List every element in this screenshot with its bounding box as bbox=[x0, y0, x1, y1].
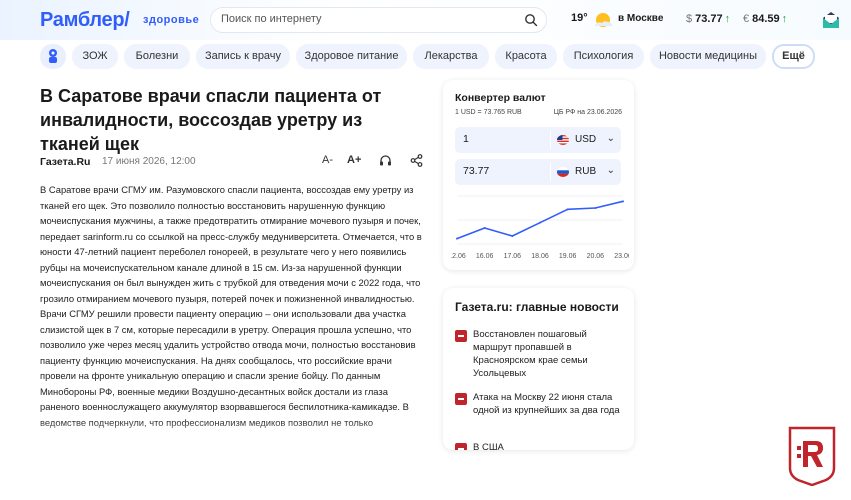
chevron-down-icon[interactable]: ⌄ bbox=[607, 165, 615, 176]
currency-converter-widget: Конвертер валют 1 USD = 73.765 RUB ЦБ РФ… bbox=[443, 80, 634, 270]
us-flag-icon bbox=[557, 135, 569, 145]
news-item[interactable]: Атака на Москву 22 июня стала одной из к… bbox=[455, 391, 625, 431]
rambler-floating-logo-icon[interactable] bbox=[786, 424, 838, 486]
usd-rate-point bbox=[594, 207, 597, 209]
mail-icon[interactable] bbox=[822, 11, 840, 29]
article-title: В Саратове врачи спасли пациента от инва… bbox=[40, 86, 382, 154]
weather-temp[interactable]: 19° bbox=[571, 12, 588, 24]
article-date: 17 июня 2026, 12:00 bbox=[102, 156, 196, 167]
converter-divider bbox=[550, 131, 551, 149]
usd-symbol: $ bbox=[686, 13, 693, 25]
ru-flag-icon bbox=[557, 167, 569, 177]
nav-item-zozh[interactable]: ЗОЖ bbox=[72, 44, 118, 69]
usd-rate-point bbox=[622, 200, 624, 203]
search-box[interactable] bbox=[210, 7, 547, 33]
nav-item-medicines[interactable]: Лекарства bbox=[413, 44, 489, 69]
article-source[interactable]: Газета.Ru bbox=[40, 156, 90, 168]
eur-value: 84.59 bbox=[752, 13, 780, 25]
headphones-icon[interactable] bbox=[379, 154, 392, 167]
section-home-button[interactable] bbox=[40, 44, 66, 69]
sun-icon bbox=[595, 13, 612, 27]
usd-rate-chart: 12.06 16.06 17.06 18.06 19.06 20.06 23.06 bbox=[451, 195, 629, 260]
chevron-down-icon[interactable]: ⌄ bbox=[607, 133, 615, 144]
usd-value: 73.77 bbox=[695, 13, 723, 25]
nav-item-healthy-food[interactable]: Здоровое питание bbox=[296, 44, 407, 69]
news-item[interactable]: Восстановлен пошаговый маршрут пропавшей… bbox=[455, 328, 625, 380]
converter-to-currency[interactable]: RUB bbox=[575, 166, 596, 177]
font-smaller-button[interactable]: A- bbox=[322, 154, 333, 166]
top-news-widget: Газета.ru: главные новости Восстановлен … bbox=[443, 288, 634, 450]
usd-rate-point bbox=[456, 237, 458, 240]
news-item-text: В США bbox=[473, 442, 504, 450]
converter-to-row[interactable]: RUB ⌄ bbox=[455, 159, 621, 185]
eur-symbol: € bbox=[743, 13, 750, 25]
news-item[interactable]: В США bbox=[455, 441, 625, 450]
usd-rate-point bbox=[539, 221, 541, 224]
search-input[interactable] bbox=[221, 13, 511, 25]
converter-from-input[interactable] bbox=[463, 133, 543, 145]
converter-cb-note: ЦБ РФ на 23.06.2026 bbox=[553, 109, 622, 116]
news-item-text: Атака на Москву 22 июня стала одной из к… bbox=[473, 392, 620, 416]
chart-x-tick-label: 18.06 bbox=[531, 253, 549, 260]
rambler-logo[interactable]: Рамблер/ bbox=[40, 9, 130, 32]
share-icon[interactable] bbox=[410, 154, 423, 167]
nav-item-doctor-appointment[interactable]: Запись к врачу bbox=[196, 44, 290, 69]
usd-rate[interactable]: $73.77 ↑ bbox=[686, 13, 730, 25]
usd-rate-point bbox=[483, 227, 486, 229]
up-arrow-icon: ↑ bbox=[724, 13, 731, 25]
converter-from-row[interactable]: USD ⌄ bbox=[455, 127, 621, 153]
health-section-logo[interactable]: здоровье bbox=[143, 14, 199, 26]
health-mascot-icon bbox=[49, 49, 57, 63]
usd-rate-point bbox=[511, 235, 514, 237]
converter-rate: 1 USD = 73.765 RUB bbox=[455, 109, 522, 116]
eur-rate[interactable]: €84.59 ↑ bbox=[743, 13, 787, 25]
converter-to-input[interactable] bbox=[463, 165, 543, 177]
chart-x-tick-label: 16.06 bbox=[476, 253, 494, 260]
news-source-icon bbox=[455, 443, 467, 450]
chart-x-tick-label: 12.06 bbox=[451, 253, 466, 260]
font-larger-button[interactable]: A+ bbox=[347, 154, 361, 166]
converter-divider bbox=[550, 163, 551, 181]
up-arrow-icon: ↑ bbox=[781, 13, 788, 25]
news-source-icon bbox=[455, 393, 467, 405]
nav-item-psychology[interactable]: Психология bbox=[563, 44, 644, 69]
chart-x-tick-label: 17.06 bbox=[504, 253, 522, 260]
usd-rate-point bbox=[566, 208, 569, 211]
chart-x-tick-label: 20.06 bbox=[587, 253, 605, 260]
news-source-icon bbox=[455, 330, 467, 342]
weather-city[interactable]: в Москве bbox=[618, 13, 663, 24]
nav-more-button[interactable]: Ещё bbox=[772, 44, 815, 69]
chart-x-tick-label: 23.06 bbox=[614, 253, 629, 260]
nav-item-medical-news[interactable]: Новости медицины bbox=[650, 44, 766, 69]
converter-from-currency[interactable]: USD bbox=[575, 134, 596, 145]
news-widget-title[interactable]: Газета.ru: главные новости bbox=[455, 300, 619, 314]
search-icon[interactable] bbox=[524, 13, 538, 27]
converter-title: Конвертер валют bbox=[455, 92, 546, 104]
article-fade-overlay bbox=[40, 420, 425, 446]
chart-x-tick-label: 19.06 bbox=[559, 253, 577, 260]
nav-item-diseases[interactable]: Болезни bbox=[124, 44, 190, 69]
article-body: В Саратове врачи СГМУ им. Разумовского с… bbox=[40, 184, 422, 428]
nav-item-beauty[interactable]: Красота bbox=[495, 44, 557, 69]
news-item-text: Восстановлен пошаговый маршрут пропавшей… bbox=[473, 329, 588, 379]
